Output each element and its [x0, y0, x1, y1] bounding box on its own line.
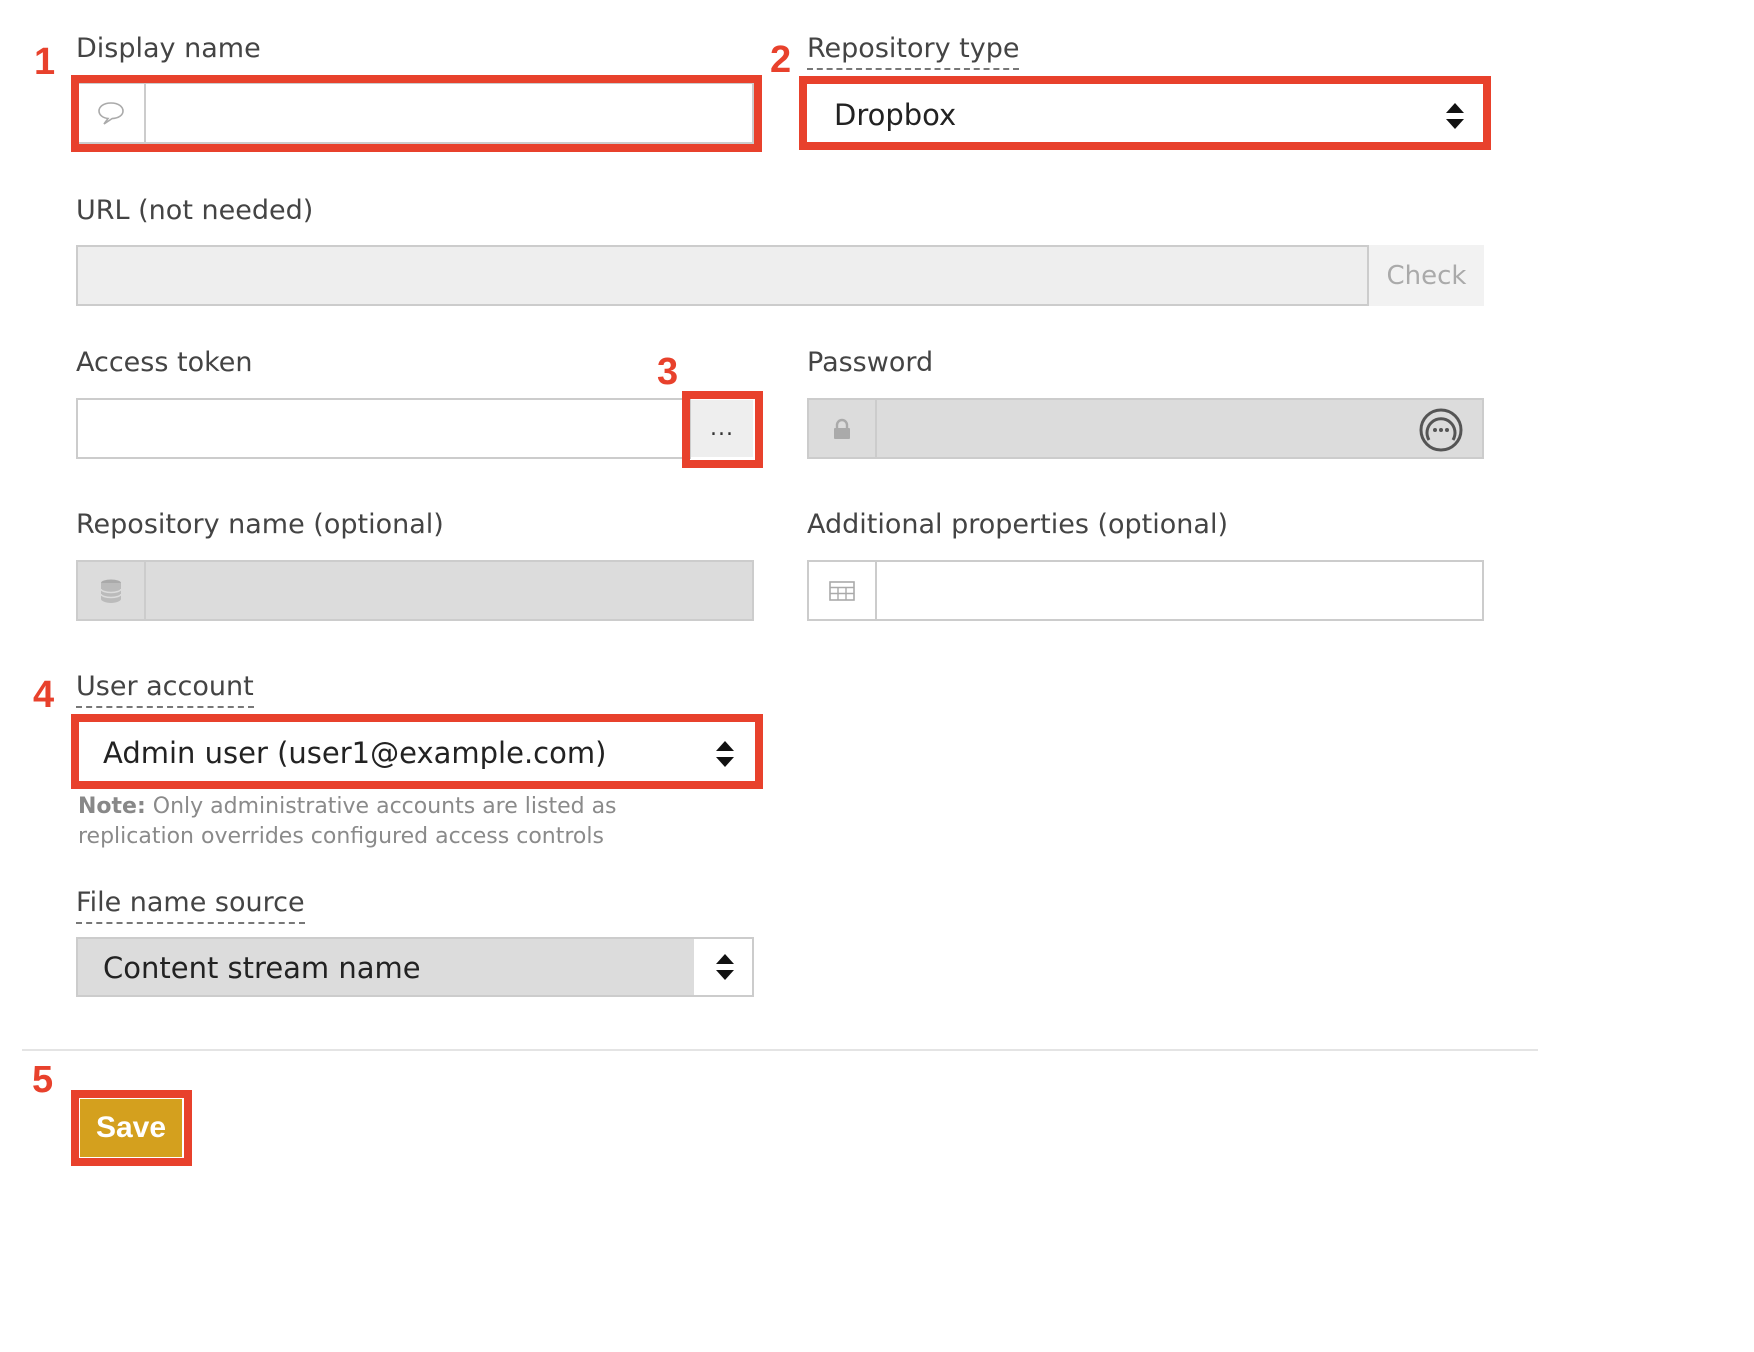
- highlight-access-token-button: [682, 391, 763, 468]
- access-token-input[interactable]: [78, 400, 689, 457]
- access-token-label: Access token: [76, 347, 253, 378]
- password-field: [807, 398, 1484, 459]
- file-name-source-label: File name source: [76, 886, 305, 924]
- user-account-label: User account: [76, 670, 254, 708]
- file-name-source-select[interactable]: Content stream name: [76, 937, 754, 997]
- access-token-field: [76, 398, 691, 459]
- highlight-user-account: [71, 714, 763, 789]
- updown-arrows-icon: [716, 954, 734, 980]
- select-arrow-area: [694, 939, 752, 995]
- password-input: [877, 400, 1412, 457]
- check-button[interactable]: Check: [1369, 245, 1484, 306]
- repository-name-label: Repository name (optional): [76, 509, 444, 540]
- url-input: [76, 245, 1369, 306]
- marker-3: 3: [657, 351, 679, 393]
- repository-type-label: Repository type: [807, 32, 1020, 70]
- marker-4: 4: [33, 674, 55, 716]
- additional-properties-label: Additional properties (optional): [807, 509, 1228, 540]
- highlight-repository-type: [799, 76, 1491, 150]
- table-icon: [809, 562, 877, 619]
- additional-properties-input[interactable]: [877, 562, 1482, 619]
- file-name-source-value: Content stream name: [103, 951, 421, 985]
- additional-properties-field: [807, 560, 1484, 621]
- form-divider: [22, 1049, 1538, 1051]
- password-label: Password: [807, 347, 934, 378]
- marker-2: 2: [770, 39, 792, 81]
- note-label: Note:: [78, 794, 146, 819]
- marker-1: 1: [34, 41, 56, 83]
- marker-5: 5: [32, 1059, 54, 1101]
- user-account-note: Note: Only administrative accounts are l…: [78, 792, 738, 852]
- note-text: Only administrative accounts are listed …: [78, 794, 617, 849]
- url-label: URL (not needed): [76, 195, 314, 226]
- lock-icon: [809, 400, 877, 457]
- repository-name-field: [76, 560, 754, 621]
- highlight-save-button: [71, 1090, 192, 1166]
- password-reveal-icon[interactable]: [1417, 406, 1465, 454]
- highlight-display-name: [71, 75, 762, 152]
- repository-name-input: [146, 562, 752, 619]
- database-icon: [78, 562, 146, 619]
- display-name-label: Display name: [76, 33, 261, 64]
